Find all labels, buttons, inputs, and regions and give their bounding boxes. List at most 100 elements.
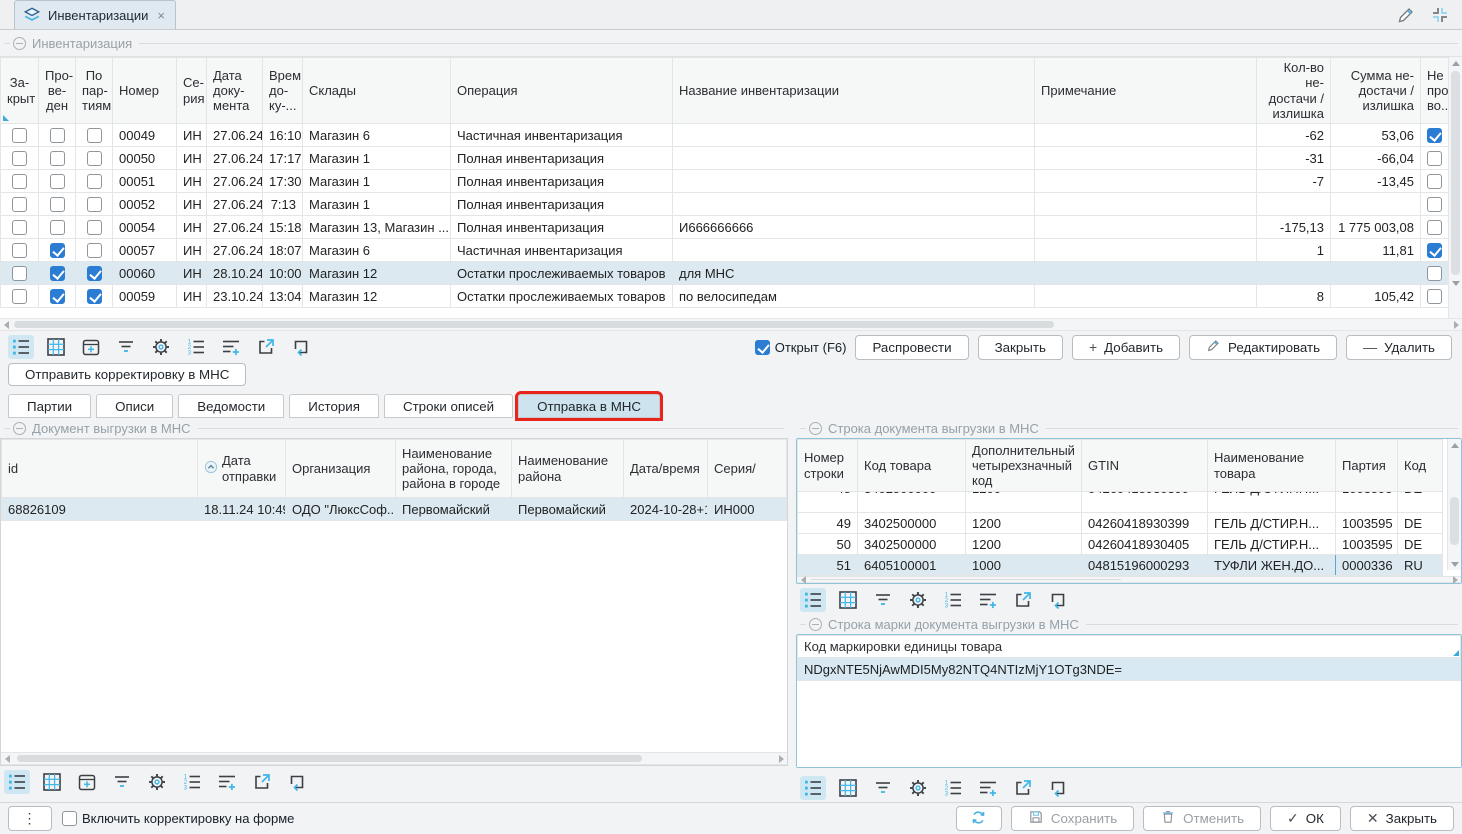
- numbered-list-icon[interactable]: 123: [183, 335, 209, 359]
- settings-icon[interactable]: [905, 776, 931, 800]
- refresh-loop-icon[interactable]: [284, 770, 310, 794]
- column-header[interactable]: Код товара: [858, 440, 966, 492]
- table-row[interactable]: 00057ИН27.06.2418:07Магазин 6Частичная и…: [1, 239, 1449, 262]
- list-view-icon[interactable]: [800, 776, 826, 800]
- vertical-scrollbar[interactable]: [1447, 439, 1461, 570]
- column-header[interactable]: Дата/время: [624, 440, 708, 498]
- cancel-button[interactable]: Отменить: [1143, 806, 1261, 831]
- calendar-add-icon[interactable]: [78, 335, 104, 359]
- column-header[interactable]: Дата отправки: [198, 440, 286, 498]
- numbered-list-icon[interactable]: 123: [179, 770, 205, 794]
- posted-checkbox[interactable]: [50, 128, 65, 143]
- posted-checkbox[interactable]: [50, 220, 65, 235]
- table-row[interactable]: 00060ИН28.10.2410:00Магазин 12Остатки пр…: [1, 262, 1449, 285]
- column-header[interactable]: Организация: [286, 440, 396, 498]
- scrollbar-thumb[interactable]: [14, 321, 1054, 328]
- column-header[interactable]: Про- ве- ден: [39, 58, 76, 124]
- scrollbar-thumb[interactable]: [1451, 71, 1460, 275]
- by-parts-checkbox[interactable]: [87, 289, 102, 304]
- open-filter-checkbox[interactable]: [755, 340, 770, 355]
- edit-button[interactable]: Редактировать: [1189, 335, 1337, 360]
- scroll-right-icon[interactable]: [775, 753, 787, 764]
- close-form-button[interactable]: ✕Закрыть: [1350, 806, 1454, 831]
- by-parts-checkbox[interactable]: [87, 174, 102, 189]
- not-posted-checkbox[interactable]: [1427, 174, 1442, 189]
- scroll-up-icon[interactable]: [1448, 439, 1461, 451]
- tab-Партии[interactable]: Партии: [8, 394, 91, 418]
- column-header[interactable]: Се- рия: [177, 58, 207, 124]
- open-external-icon[interactable]: [1010, 776, 1036, 800]
- column-header[interactable]: Кол-во не- достачи / излишка: [1257, 58, 1331, 124]
- table-row[interactable]: 503402500000120004260418930405ГЕЛЬ Д/СТИ…: [798, 534, 1443, 555]
- tab-Ведомости[interactable]: Ведомости: [178, 394, 284, 418]
- scroll-right-icon[interactable]: [1450, 319, 1462, 330]
- refresh-button[interactable]: [956, 806, 1002, 831]
- column-header[interactable]: Наименование района: [512, 440, 624, 498]
- grid-icon[interactable]: [39, 770, 65, 794]
- filter-icon[interactable]: [109, 770, 135, 794]
- posted-checkbox[interactable]: [50, 197, 65, 212]
- refresh-loop-icon[interactable]: [1045, 588, 1071, 612]
- closed-checkbox[interactable]: [12, 151, 27, 166]
- tab-inventories[interactable]: Инвентаризации ×: [14, 0, 176, 29]
- column-header[interactable]: За- крыт: [1, 58, 39, 124]
- refresh-loop-icon[interactable]: [1045, 776, 1071, 800]
- scrollbar-thumb[interactable]: [17, 755, 642, 762]
- tab-Отправка в МНС[interactable]: Отправка в МНС: [518, 394, 660, 418]
- filter-icon[interactable]: [870, 588, 896, 612]
- table-row[interactable]: 00049ИН27.06.2416:10Магазин 6Частичная и…: [1, 124, 1449, 147]
- by-parts-checkbox[interactable]: [87, 220, 102, 235]
- grid-icon[interactable]: [43, 335, 69, 359]
- posted-checkbox[interactable]: [50, 243, 65, 258]
- collapse-icon[interactable]: [809, 422, 822, 435]
- collapse-icon[interactable]: [13, 37, 26, 50]
- add-lines-icon[interactable]: [218, 335, 244, 359]
- scroll-left-icon[interactable]: [0, 319, 12, 330]
- closed-checkbox[interactable]: [12, 220, 27, 235]
- column-header[interactable]: id: [2, 440, 198, 498]
- filter-icon[interactable]: [113, 335, 139, 359]
- by-parts-checkbox[interactable]: [87, 266, 102, 281]
- column-header[interactable]: Наименование товара: [1208, 440, 1336, 492]
- by-parts-checkbox[interactable]: [87, 151, 102, 166]
- settings-icon[interactable]: [905, 588, 931, 612]
- column-header[interactable]: Не про во...: [1421, 58, 1449, 124]
- scrollbar-thumb[interactable]: [1450, 497, 1459, 545]
- scroll-left-icon[interactable]: [1, 753, 13, 764]
- save-button[interactable]: Сохранить: [1011, 806, 1134, 831]
- add-lines-icon[interactable]: [975, 588, 1001, 612]
- column-header[interactable]: GTIN: [1082, 440, 1208, 492]
- closed-checkbox[interactable]: [12, 174, 27, 189]
- table-row[interactable]: 00054ИН27.06.2415:18Магазин 13, Магазин …: [1, 216, 1449, 239]
- posted-checkbox[interactable]: [50, 174, 65, 189]
- open-external-icon[interactable]: [253, 335, 279, 359]
- open-filter-checkbox-label[interactable]: Открыт (F6): [755, 340, 847, 355]
- not-posted-checkbox[interactable]: [1427, 289, 1442, 304]
- add-lines-icon[interactable]: [975, 776, 1001, 800]
- correction-checkbox-label[interactable]: Включить корректировку на форме: [62, 811, 294, 826]
- more-menu-button[interactable]: ⋮: [8, 806, 52, 831]
- column-header[interactable]: Код: [1398, 440, 1443, 492]
- grid-icon[interactable]: [835, 776, 861, 800]
- table-row[interactable]: 00050ИН27.06.2417:17Магазин 1Полная инве…: [1, 147, 1449, 170]
- send-correction-button[interactable]: Отправить корректировку в МНС: [8, 363, 246, 386]
- posted-checkbox[interactable]: [50, 151, 65, 166]
- numbered-list-icon[interactable]: 123: [940, 776, 966, 800]
- column-header[interactable]: Номер строки: [798, 440, 858, 492]
- column-header[interactable]: Дополнительный четырехзначный код: [966, 440, 1082, 492]
- table-row[interactable]: 6882610918.11.24 10:49ОДО "ЛюксСоф...Пер…: [2, 498, 787, 521]
- grid-icon[interactable]: [835, 588, 861, 612]
- column-header[interactable]: Склады: [303, 58, 451, 124]
- column-header[interactable]: По пар- тиям: [76, 58, 113, 124]
- column-header[interactable]: Примечание: [1035, 58, 1257, 124]
- by-parts-checkbox[interactable]: [87, 197, 102, 212]
- list-view-icon[interactable]: [800, 588, 826, 612]
- settings-icon[interactable]: [148, 335, 174, 359]
- table-row[interactable]: 00051ИН27.06.2417:30Магазин 1Полная инве…: [1, 170, 1449, 193]
- column-header[interactable]: Наименование района, города, района в го…: [396, 440, 512, 498]
- list-view-icon[interactable]: [8, 335, 34, 359]
- column-header[interactable]: Номер: [113, 58, 177, 124]
- correction-checkbox[interactable]: [62, 811, 77, 826]
- column-header[interactable]: Врем до- ку-...: [263, 58, 303, 124]
- posted-checkbox[interactable]: [50, 289, 65, 304]
